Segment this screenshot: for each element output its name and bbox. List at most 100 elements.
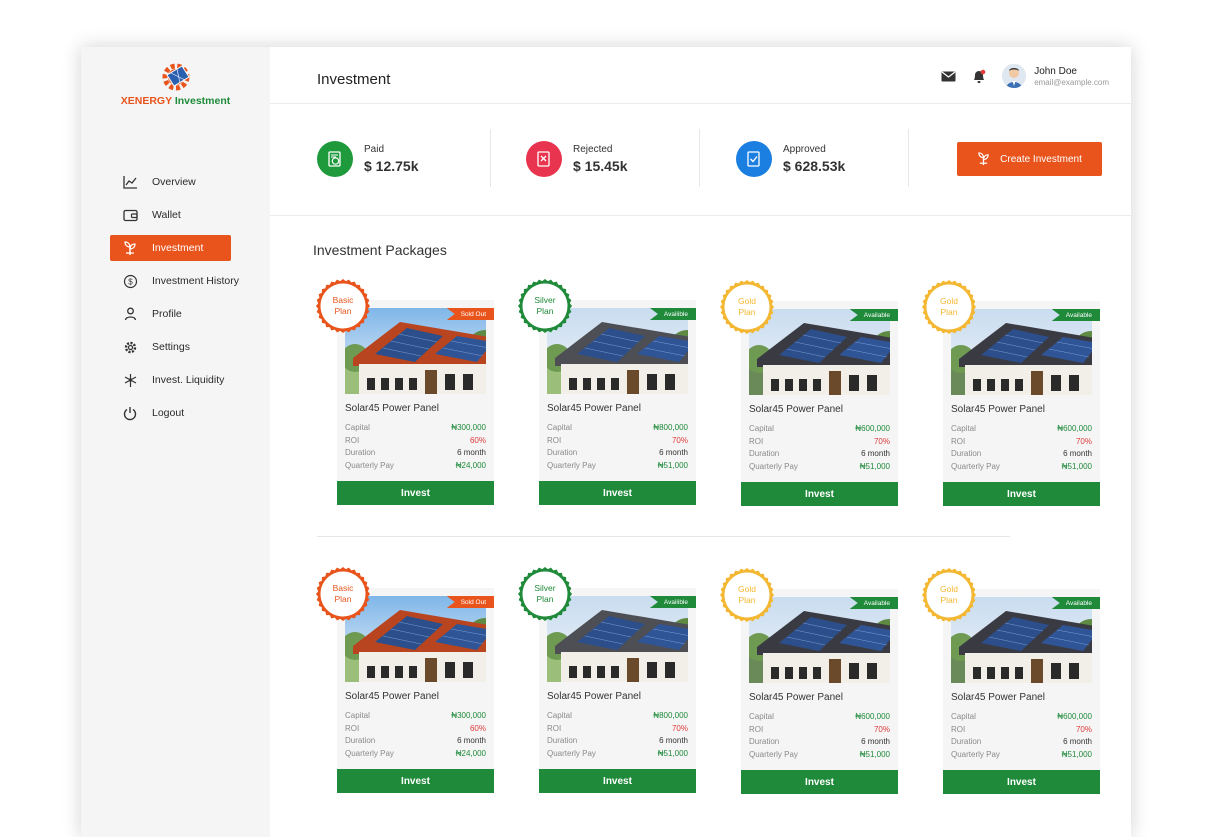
duration-value: 6 month — [457, 736, 486, 745]
row-key: Quarterly Pay — [345, 748, 394, 758]
sidebar-item-label: Logout — [152, 407, 185, 419]
avatar[interactable] — [1002, 64, 1027, 88]
bell-icon[interactable] — [972, 69, 986, 84]
duration-value: 6 month — [1063, 449, 1092, 458]
sidebar-item-label: Overview — [152, 176, 196, 188]
capital-value: ₦300,000 — [451, 711, 486, 720]
create-investment-button[interactable]: Create Investment — [957, 142, 1102, 176]
duration-value: 6 month — [861, 737, 890, 746]
sidebar-item-invest-liquidity[interactable]: Invest. Liquidity — [110, 367, 260, 393]
roi-value: 70% — [873, 436, 890, 446]
capital-row: Capital ₦600,000 — [951, 423, 1092, 436]
plan-label: Basic Plan — [332, 295, 354, 316]
row-key: Capital — [547, 711, 572, 720]
row-key: Duration — [951, 737, 982, 746]
sidebar-item-label: Investment — [152, 242, 204, 254]
roi-row: ROI 70% — [951, 436, 1092, 449]
capital-row: Capital ₦800,000 — [547, 422, 688, 435]
roi-value: 60% — [469, 435, 486, 445]
sidebar-item-investment-history[interactable]: $ Investment History — [110, 268, 260, 294]
row-key: Duration — [345, 448, 376, 457]
card-title: Solar45 Power Panel — [547, 403, 641, 414]
quarterly-value: ₦51,000 — [1061, 461, 1092, 471]
quarterly-value: ₦24,000 — [455, 460, 486, 470]
sidebar-item-logout[interactable]: Logout — [110, 400, 260, 426]
plan-seal-badge: Gold Plan — [921, 567, 977, 623]
quarterly-value: ₦51,000 — [657, 748, 688, 758]
sidebar-item-wallet[interactable]: Wallet — [110, 202, 260, 228]
create-investment-label: Create Investment — [1000, 153, 1082, 165]
row-key: ROI — [749, 724, 764, 734]
sidebar-item-investment[interactable]: Investment — [110, 235, 231, 261]
package-card: Solar45 Power Panel Capital ₦600,000 ROI 7… — [922, 568, 1100, 794]
row-key: ROI — [547, 435, 562, 445]
roi-row: ROI 60% — [345, 723, 486, 736]
quarterly-row: Quarterly Pay ₦24,000 — [345, 748, 486, 761]
card-title: Solar45 Power Panel — [547, 691, 641, 702]
invest-button[interactable]: Invest — [741, 770, 898, 794]
roi-value: 70% — [873, 724, 890, 734]
invest-button[interactable]: Invest — [943, 770, 1100, 794]
top-bar: Investment John Doe email@example.com — [270, 47, 1131, 104]
package-card: Solar45 Power Panel Capital ₦300,000 ROI 6… — [316, 279, 494, 505]
invest-button[interactable]: Invest — [741, 482, 898, 506]
invest-button[interactable]: Invest — [539, 481, 696, 505]
roi-value: 70% — [671, 723, 688, 733]
roi-row: ROI 60% — [345, 435, 486, 448]
plan-label: Gold Plan — [940, 584, 958, 605]
roi-row: ROI 70% — [951, 724, 1092, 737]
capital-value: ₦600,000 — [1057, 712, 1092, 721]
plan-label: Gold Plan — [738, 584, 756, 605]
invest-button[interactable]: Invest — [337, 481, 494, 505]
chart-line-icon — [122, 174, 138, 190]
duration-value: 6 month — [659, 448, 688, 457]
brand-name: XENERGY Investment — [120, 95, 231, 107]
plant-icon — [977, 152, 990, 166]
row-key: Duration — [547, 736, 578, 745]
duration-row: Duration 6 month — [547, 735, 688, 748]
stat-value: $ 12.75k — [364, 158, 419, 174]
duration-value: 6 month — [457, 448, 486, 457]
row-key: ROI — [547, 723, 562, 733]
duration-row: Duration 6 month — [345, 735, 486, 748]
package-card: Solar45 Power Panel Capital ₦600,000 ROI 7… — [720, 280, 898, 506]
sidebar-item-profile[interactable]: Profile — [110, 301, 260, 327]
row-key: Capital — [951, 424, 976, 433]
mail-icon[interactable] — [941, 71, 956, 82]
user-name: John Doe — [1034, 65, 1077, 77]
invest-button[interactable]: Invest — [539, 769, 696, 793]
stats-bar: Paid $ 12.75k Rejected $ 15.45k Approved… — [270, 104, 1131, 216]
duration-value: 6 month — [861, 449, 890, 458]
plan-label: Gold Plan — [940, 296, 958, 317]
divider — [490, 129, 491, 187]
quarterly-value: ₦51,000 — [859, 461, 890, 471]
row-divider — [317, 536, 1010, 537]
quarterly-row: Quarterly Pay ₦51,000 — [547, 460, 688, 473]
approved-receipt-icon — [736, 141, 772, 177]
row-key: ROI — [749, 436, 764, 446]
duration-row: Duration 6 month — [951, 448, 1092, 461]
row-key: Quarterly Pay — [951, 461, 1000, 471]
capital-value: ₦600,000 — [1057, 424, 1092, 433]
dollar-cycle-icon: $ — [122, 273, 138, 289]
row-key: Duration — [749, 737, 780, 746]
user-info[interactable]: John Doe email@example.com — [1034, 66, 1109, 87]
capital-value: ₦600,000 — [855, 424, 890, 433]
capital-value: ₦800,000 — [653, 423, 688, 432]
user-email: email@example.com — [1034, 77, 1109, 87]
stat-label: Rejected — [573, 144, 613, 155]
power-icon — [122, 405, 138, 421]
sidebar-item-settings[interactable]: Settings — [110, 334, 260, 360]
duration-row: Duration 6 month — [749, 736, 890, 749]
plant-icon — [122, 240, 138, 256]
plan-seal-badge: Gold Plan — [719, 567, 775, 623]
quarterly-row: Quarterly Pay ₦51,000 — [951, 749, 1092, 762]
rejected-receipt-icon — [526, 141, 562, 177]
sidebar-nav: Overview Wallet Investment $ Investment … — [110, 169, 260, 433]
row-key: ROI — [951, 724, 966, 734]
plan-seal-badge: Basic Plan — [315, 566, 371, 622]
invest-button[interactable]: Invest — [337, 769, 494, 793]
roi-row: ROI 70% — [749, 436, 890, 449]
sidebar-item-overview[interactable]: Overview — [110, 169, 260, 195]
invest-button[interactable]: Invest — [943, 482, 1100, 506]
